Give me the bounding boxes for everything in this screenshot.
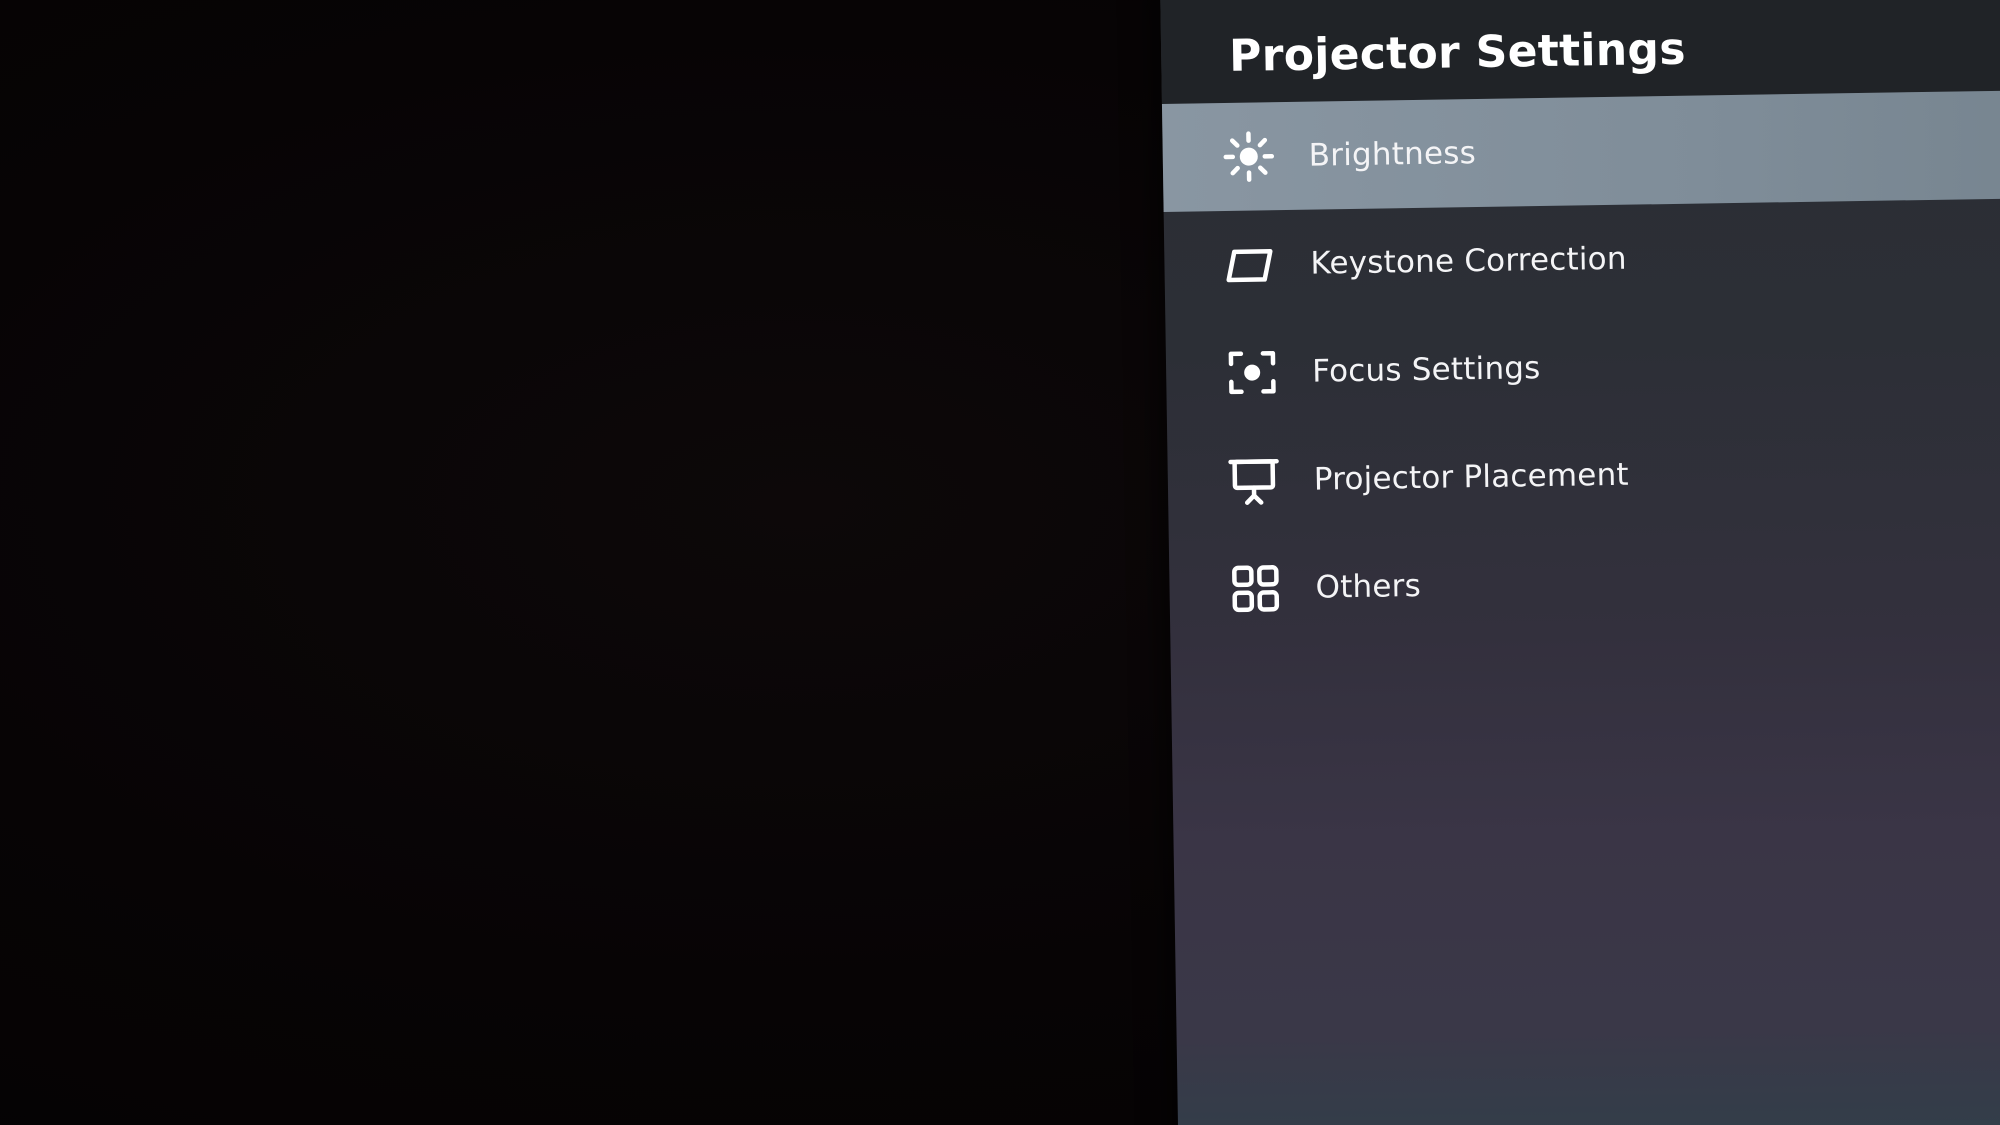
settings-panel: Projector Settings Brightness Keystone C… [1160, 0, 2000, 1125]
menu-item-keystone-correction[interactable]: Keystone Correction [1164, 198, 2000, 320]
panel-header: Projector Settings [1160, 0, 2000, 104]
projector-screen-icon [1225, 452, 1282, 509]
projector-screen: Projector Settings Brightness Keystone C… [0, 0, 2000, 1125]
focus-icon [1224, 344, 1281, 401]
menu-item-label: Others [1315, 567, 1422, 606]
menu-item-label: Focus Settings [1311, 350, 1541, 390]
menu-item-brightness[interactable]: Brightness [1161, 89, 2000, 212]
brightness-icon [1220, 128, 1277, 185]
menu-item-label: Brightness [1308, 135, 1477, 174]
grid-icon [1227, 560, 1284, 617]
menu-item-focus-settings[interactable]: Focus Settings [1165, 306, 2000, 428]
menu-item-label: Projector Placement [1313, 456, 1630, 498]
settings-menu: Brightness Keystone Correction Focus Set… [1161, 89, 2000, 644]
menu-item-label: Keystone Correction [1310, 240, 1627, 282]
panel-title: Projector Settings [1228, 23, 1687, 82]
menu-item-projector-placement[interactable]: Projector Placement [1167, 414, 2000, 536]
keystone-icon [1222, 236, 1279, 293]
menu-item-others[interactable]: Others [1169, 522, 2000, 644]
